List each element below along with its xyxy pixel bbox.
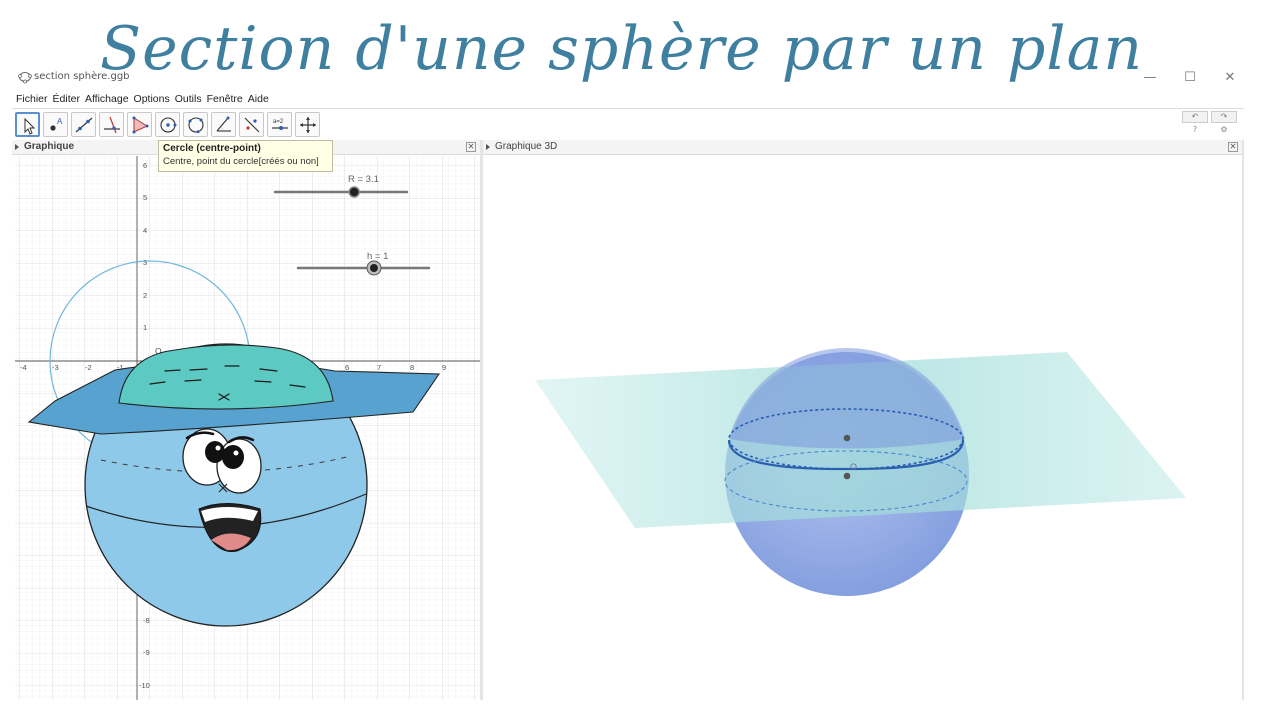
geogebra-app-icon	[18, 72, 32, 84]
panel-collapse-icon[interactable]	[15, 144, 19, 150]
move-tool-button[interactable]	[15, 112, 40, 137]
y-tick: 1	[143, 323, 147, 332]
perpendicular-line-icon	[104, 116, 120, 134]
y-tick: -8	[143, 616, 150, 625]
angle-icon	[216, 116, 231, 132]
sphere-center-point-3d[interactable]	[843, 472, 851, 480]
x-tick: 6	[345, 363, 349, 372]
perpendicular-tool-button[interactable]	[99, 112, 124, 137]
sphere-center-label-3d: O	[850, 462, 857, 472]
x-tick: -2	[85, 363, 92, 372]
graphics3d-panel-close-button[interactable]: ✕	[1228, 142, 1238, 152]
redo-button[interactable]: ↷	[1211, 111, 1237, 123]
graphics-2d-canvas[interactable]: -4 -3 -2 -1 5 6 7 8 9 6 5 4 3 2 1 -8 -9 …	[15, 156, 480, 700]
menu-fichier[interactable]: Fichier	[16, 90, 48, 108]
circle-three-points-icon	[188, 117, 204, 134]
panel3d-collapse-icon[interactable]	[486, 144, 490, 150]
y-tick: 5	[143, 193, 147, 202]
graphics-panel-title: Graphique	[24, 141, 75, 152]
slider-h-label: h = 1	[367, 251, 388, 262]
x-tick: 9	[442, 363, 446, 372]
polygon-icon	[132, 116, 149, 134]
mascot-left-pupil	[205, 441, 225, 463]
y-tick: -10	[139, 681, 150, 690]
graphics3d-panel-title: Graphique 3D	[495, 141, 558, 152]
circle-center-point-tool-button[interactable]	[155, 112, 180, 137]
y-tick: 6	[143, 161, 147, 170]
mascot-right-pupil	[222, 445, 244, 469]
help-icon[interactable]: ?	[1188, 125, 1202, 137]
slider-icon: a=2	[272, 119, 288, 130]
y-tick: 3	[143, 258, 147, 267]
circle-center-icon	[160, 117, 177, 133]
y-tick: -9	[143, 648, 150, 657]
angle-tool-button[interactable]	[211, 112, 236, 137]
svg-text:A: A	[57, 117, 63, 126]
graphics-panel-close-button[interactable]: ✕	[466, 142, 476, 152]
slider-r-knob[interactable]	[348, 186, 360, 198]
slider-h-knob[interactable]	[369, 264, 378, 272]
move-view-tool-button[interactable]	[295, 112, 320, 137]
y-tick: 2	[143, 291, 147, 300]
toolbar: A a=2 ↶ ↷ ? ⚙	[12, 108, 1244, 140]
tool-tooltip: Cercle (centre-point) Centre, point du c…	[158, 140, 333, 172]
x-tick: -3	[52, 363, 59, 372]
line-icon	[75, 117, 93, 133]
x-tick: 8	[410, 363, 414, 372]
move-view-icon	[300, 117, 316, 133]
tooltip-title: Cercle (centre-point)	[163, 143, 261, 154]
point-tool-button[interactable]: A	[43, 112, 68, 137]
undo-button[interactable]: ↶	[1182, 111, 1208, 123]
point-icon: A	[50, 117, 63, 131]
close-button[interactable]: ✕	[1218, 68, 1242, 88]
slider-r-label: R = 3.1	[348, 174, 379, 185]
cursor-arrow-icon	[24, 117, 36, 135]
slider-tool-label: a=2	[273, 119, 284, 125]
circle-three-points-tool-button[interactable]	[183, 112, 208, 137]
reflect-line-icon	[244, 117, 260, 133]
graphics3d-panel-header: Graphique 3D ✕	[483, 140, 1242, 155]
settings-icon[interactable]: ⚙	[1217, 125, 1231, 137]
overlay-title: Section d'une sphère par un plan	[100, 14, 1144, 84]
menu-editer[interactable]: Éditer	[53, 90, 80, 108]
line-tool-button[interactable]	[71, 112, 96, 137]
reflect-tool-button[interactable]	[239, 112, 264, 137]
slider-tool-button[interactable]: a=2	[267, 112, 292, 137]
x-tick: 7	[377, 363, 381, 372]
graphics-view-2d[interactable]: -4 -3 -2 -1 5 6 7 8 9 6 5 4 3 2 1 -8 -9 …	[15, 156, 480, 700]
section-center-point-3d[interactable]	[843, 434, 851, 442]
graphics-view-3d[interactable]: O	[483, 156, 1243, 700]
polygon-tool-button[interactable]	[127, 112, 152, 137]
y-tick: 4	[143, 226, 147, 235]
x-tick: -4	[20, 363, 27, 372]
tooltip-text: Centre, point du cercle[créés ou non]	[163, 156, 319, 167]
graphics-3d-canvas[interactable]: O	[483, 156, 1243, 700]
